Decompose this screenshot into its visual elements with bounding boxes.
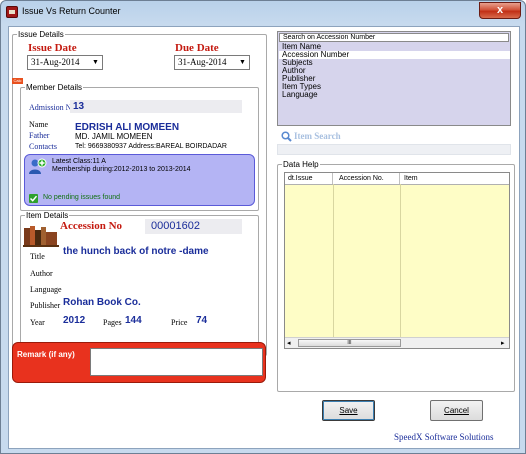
due-date-value: 31-Aug-2014 xyxy=(178,57,227,67)
accession-field[interactable]: 00001602 xyxy=(145,219,242,234)
remark-label: Remark (if any) xyxy=(17,350,75,359)
issue-date-picker[interactable]: 31-Aug-2014 ▼ xyxy=(27,55,103,70)
father-label: Father xyxy=(29,131,50,140)
membership-panel: Latest Class:11 A Membership during:2012… xyxy=(24,154,255,206)
search-option[interactable]: Accession Number xyxy=(279,51,510,59)
app-window: Issue Vs Return Counter x Issue Details … xyxy=(0,0,526,454)
item-search-input[interactable] xyxy=(277,144,511,155)
save-label: Save xyxy=(339,406,358,415)
col-accession-no[interactable]: Accession No. xyxy=(333,173,400,184)
checkmark-icon xyxy=(29,194,38,203)
horizontal-scrollbar[interactable]: ◂ III ▸ xyxy=(285,337,509,348)
price-value: 74 xyxy=(196,315,208,326)
title-label: Title xyxy=(30,252,45,261)
remark-panel: Remark (if any) xyxy=(12,342,266,383)
name-label: Name xyxy=(29,120,49,129)
window-title: Issue Vs Return Counter xyxy=(22,6,121,16)
member-details-legend: Member Details xyxy=(26,83,83,92)
latest-class: Latest Class:11 A xyxy=(52,158,106,165)
admission-value: 13 xyxy=(73,101,85,112)
books-icon xyxy=(23,226,59,247)
contacts-value: Tel: 9669380937 Address:BAREAL BOIRDADAR xyxy=(75,143,227,150)
price-label: Price xyxy=(171,318,188,327)
search-option[interactable]: Subjects xyxy=(279,59,510,67)
grid-divider xyxy=(333,184,334,338)
author-label: Author xyxy=(30,269,53,278)
client-area: Issue Details Issue Date 31-Aug-2014 ▼ D… xyxy=(8,26,520,449)
close-button[interactable]: x xyxy=(479,2,521,19)
issue-date-value: 31-Aug-2014 xyxy=(31,57,80,67)
issue-date-label: Issue Date xyxy=(28,42,77,54)
due-date-picker[interactable]: 31-Aug-2014 ▼ xyxy=(174,55,250,70)
due-date-label: Due Date xyxy=(175,42,219,54)
save-button[interactable]: Save xyxy=(322,400,375,421)
pages-label: Pages xyxy=(103,318,122,327)
scroll-thumb[interactable]: III xyxy=(298,339,401,347)
scroll-left-icon[interactable]: ◂ xyxy=(287,339,291,347)
accession-value: 00001602 xyxy=(151,220,200,232)
language-label: Language xyxy=(30,285,62,294)
pending-status: No pending issues found xyxy=(43,194,121,201)
title-bar: Issue Vs Return Counter x xyxy=(1,1,525,23)
col-item[interactable]: Item xyxy=(400,173,509,184)
grid-header: dt.Issue Accession No. Item xyxy=(285,173,509,185)
pages-value: 144 xyxy=(125,315,142,326)
search-option[interactable]: Language xyxy=(279,91,510,99)
search-list[interactable]: Search on Accession Number Item Name Acce… xyxy=(277,31,511,126)
scroll-right-icon[interactable]: ▸ xyxy=(501,339,505,347)
cancel-label: Cancel xyxy=(444,406,469,415)
admission-field[interactable]: 13 xyxy=(70,100,242,113)
add-user-icon xyxy=(29,158,47,174)
search-list-header: Search on Accession Number xyxy=(279,33,509,42)
issue-details-legend: Issue Details xyxy=(18,30,64,39)
col-dt-issue[interactable]: dt.Issue xyxy=(285,173,333,184)
publisher-label: Publisher xyxy=(30,301,61,310)
item-title: the hunch back of notre -dame xyxy=(63,246,209,257)
app-icon xyxy=(6,6,18,18)
footer-credit: SpeedX Software Solutions xyxy=(394,432,494,442)
item-search-label: Item Search xyxy=(294,131,341,141)
item-details-legend: Item Details xyxy=(26,211,69,220)
cancel-button[interactable]: Cancel xyxy=(430,400,483,421)
data-help-legend: Data Help xyxy=(283,160,319,169)
father-name: MD. JAMIL MOMEEN xyxy=(75,132,153,141)
accession-label: Accession No xyxy=(60,220,123,232)
contacts-label: Contacts xyxy=(29,142,57,151)
year-label: Year xyxy=(30,318,45,327)
remark-input[interactable] xyxy=(90,348,263,376)
membership-period: Membership during:2012-2013 to 2013-2014 xyxy=(52,166,191,173)
year-value: 2012 xyxy=(63,315,86,326)
data-grid[interactable]: dt.Issue Accession No. Item ◂ III ▸ xyxy=(284,172,510,349)
publisher-value: Rohan Book Co. xyxy=(63,297,141,308)
chevron-down-icon[interactable]: ▼ xyxy=(237,57,248,68)
grid-divider xyxy=(400,184,401,338)
chevron-down-icon[interactable]: ▼ xyxy=(90,57,101,68)
search-icon xyxy=(281,131,292,142)
